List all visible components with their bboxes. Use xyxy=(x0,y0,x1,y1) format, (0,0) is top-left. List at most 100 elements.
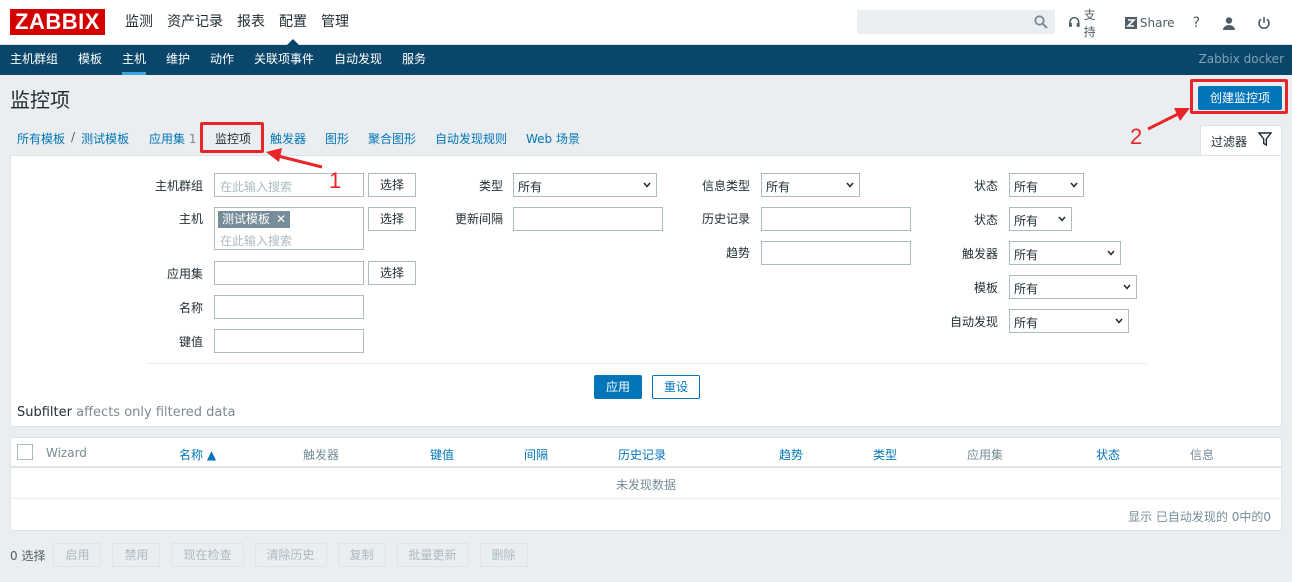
col-applications: 应用集 xyxy=(967,448,1004,462)
chevron-down-icon xyxy=(846,182,854,188)
trends-input[interactable] xyxy=(761,241,911,265)
trends-label: 趋势 xyxy=(726,246,751,260)
create-item-button[interactable]: 创建监控项 xyxy=(1198,86,1282,110)
key-input[interactable] xyxy=(214,329,364,353)
header-divider xyxy=(11,466,1281,468)
check-now-button[interactable]: 现在检查 xyxy=(171,543,244,567)
tab-triggers[interactable]: 触发器 xyxy=(270,130,306,147)
copy-button[interactable]: 复制 xyxy=(337,543,386,567)
delete-button[interactable]: 删除 xyxy=(479,543,528,567)
nav-configuration[interactable]: 配置 xyxy=(272,0,314,45)
triggers-select[interactable]: 所有 xyxy=(1009,241,1121,265)
reset-button[interactable]: 重设 xyxy=(652,375,700,399)
host-select-button[interactable]: 选择 xyxy=(368,207,416,231)
subnav-services[interactable]: 服务 xyxy=(402,45,426,75)
host-group-input[interactable]: 在此输入搜索 xyxy=(214,173,364,197)
search-icon[interactable] xyxy=(1034,15,1048,29)
subfilter-label: Subfilter xyxy=(17,405,72,420)
triggers-value: 所有 xyxy=(1014,248,1039,262)
page-title: 监控项 xyxy=(10,88,70,112)
nav-reports[interactable]: 报表 xyxy=(230,0,272,45)
nav-administration[interactable]: 管理 xyxy=(314,0,356,45)
host-group-select-button[interactable]: 选择 xyxy=(368,173,416,197)
subfilter: Subfilter affects only filtered data xyxy=(17,405,235,420)
filter-tab[interactable]: 过滤器 xyxy=(1200,125,1282,156)
tab-web-scenarios[interactable]: Web 场景 xyxy=(526,130,580,147)
type-label: 类型 xyxy=(479,179,504,193)
annotation-label-2: 2 xyxy=(1130,124,1143,149)
col-info: 信息 xyxy=(1190,448,1215,462)
chevron-down-icon xyxy=(643,182,651,188)
interval-label: 更新间隔 xyxy=(455,212,504,226)
info-type-select[interactable]: 所有 xyxy=(761,173,860,197)
breadcrumb-all-templates[interactable]: 所有模板 xyxy=(17,130,65,148)
tab-items[interactable]: 监控项 xyxy=(215,130,251,147)
chevron-down-icon xyxy=(1058,216,1066,222)
enable-button[interactable]: 启用 xyxy=(53,543,102,567)
nav-inventory[interactable]: 资产记录 xyxy=(160,0,230,45)
col-history-sort[interactable]: 历史记录 xyxy=(618,446,666,463)
status-select[interactable]: 所有 xyxy=(1009,207,1072,231)
discovery-value: 所有 xyxy=(1014,316,1039,330)
subnav-event-correlation[interactable]: 关联项事件 xyxy=(254,45,314,75)
host-chip-label: 测试模板 xyxy=(222,212,271,226)
apply-button[interactable]: 应用 xyxy=(594,375,642,399)
support-link[interactable]: 支持 xyxy=(1068,6,1107,40)
host-label: 主机 xyxy=(179,212,204,226)
type-select[interactable]: 所有 xyxy=(513,173,657,197)
chevron-down-icon xyxy=(1070,182,1078,188)
clear-history-button[interactable]: 清除历史 xyxy=(254,543,327,567)
subnav-maintenance[interactable]: 维护 xyxy=(166,45,190,75)
tab-applications[interactable]: 应用集 1 xyxy=(149,130,196,147)
triggers-label: 触发器 xyxy=(962,247,999,261)
empty-message: 未发现数据 xyxy=(615,478,676,492)
tab-discovery-rules[interactable]: 自动发现规则 xyxy=(435,130,507,147)
col-interval-sort[interactable]: 间隔 xyxy=(524,446,548,463)
state-select[interactable]: 所有 xyxy=(1009,173,1084,197)
col-key-sort[interactable]: 键值 xyxy=(430,446,454,463)
select-all-checkbox[interactable] xyxy=(17,444,33,460)
subnav-discovery[interactable]: 自动发现 xyxy=(334,45,382,75)
global-search-input[interactable] xyxy=(857,10,1055,34)
help-icon[interactable]: ? xyxy=(1193,15,1200,31)
sub-nav: 主机群组 模板 主机 维护 动作 关联项事件 自动发现 服务 Zabbix do… xyxy=(0,45,1292,75)
application-input[interactable] xyxy=(214,261,364,285)
subnav-host-groups[interactable]: 主机群组 xyxy=(10,45,58,75)
discovery-select[interactable]: 所有 xyxy=(1009,309,1129,333)
share-label: Share xyxy=(1139,15,1175,30)
sign-out-icon[interactable] xyxy=(1257,16,1274,30)
annotation-arrow-2 xyxy=(1147,112,1179,131)
col-triggers: 触发器 xyxy=(303,448,340,462)
tab-graphs[interactable]: 图形 xyxy=(325,130,349,147)
interval-input[interactable] xyxy=(513,207,663,231)
breadcrumb: 所有模板 / 测试模板 xyxy=(17,130,129,148)
share-link[interactable]: Share xyxy=(1124,15,1175,30)
share-logo-icon xyxy=(1124,16,1137,29)
history-label: 历史记录 xyxy=(702,212,751,226)
tab-screens[interactable]: 聚合图形 xyxy=(368,130,416,147)
nav-monitoring[interactable]: 监测 xyxy=(118,0,160,45)
subnav-templates[interactable]: 模板 xyxy=(78,45,102,75)
key-label: 键值 xyxy=(179,335,204,349)
subnav-hosts[interactable]: 主机 xyxy=(122,45,147,75)
col-name-sort[interactable]: 名称 ▲ xyxy=(179,446,216,463)
col-status-sort[interactable]: 状态 xyxy=(1096,446,1120,463)
chip-remove-icon[interactable]: ✕ xyxy=(276,212,286,226)
application-select-button[interactable]: 选择 xyxy=(368,261,416,285)
zabbix-logo[interactable]: ZABBIX xyxy=(10,9,105,35)
breadcrumb-template[interactable]: 测试模板 xyxy=(81,130,129,148)
status-value: 所有 xyxy=(1014,214,1039,228)
application-label: 应用集 xyxy=(167,267,204,281)
host-multiselect[interactable]: 测试模板 ✕ 在此输入搜索 xyxy=(214,207,364,250)
user-profile-icon[interactable] xyxy=(1222,16,1239,30)
main-nav: 监测 资产记录 报表 配置 管理 xyxy=(118,0,356,45)
col-type-sort[interactable]: 类型 xyxy=(873,446,897,463)
name-input[interactable] xyxy=(214,295,364,319)
history-input[interactable] xyxy=(761,207,911,231)
subnav-actions[interactable]: 动作 xyxy=(210,45,234,75)
mass-update-button[interactable]: 批量更新 xyxy=(396,543,469,567)
status-label: 状态 xyxy=(974,213,999,227)
disable-button[interactable]: 禁用 xyxy=(112,543,161,567)
template-select[interactable]: 所有 xyxy=(1009,275,1137,299)
col-trends-sort[interactable]: 趋势 xyxy=(779,446,803,463)
